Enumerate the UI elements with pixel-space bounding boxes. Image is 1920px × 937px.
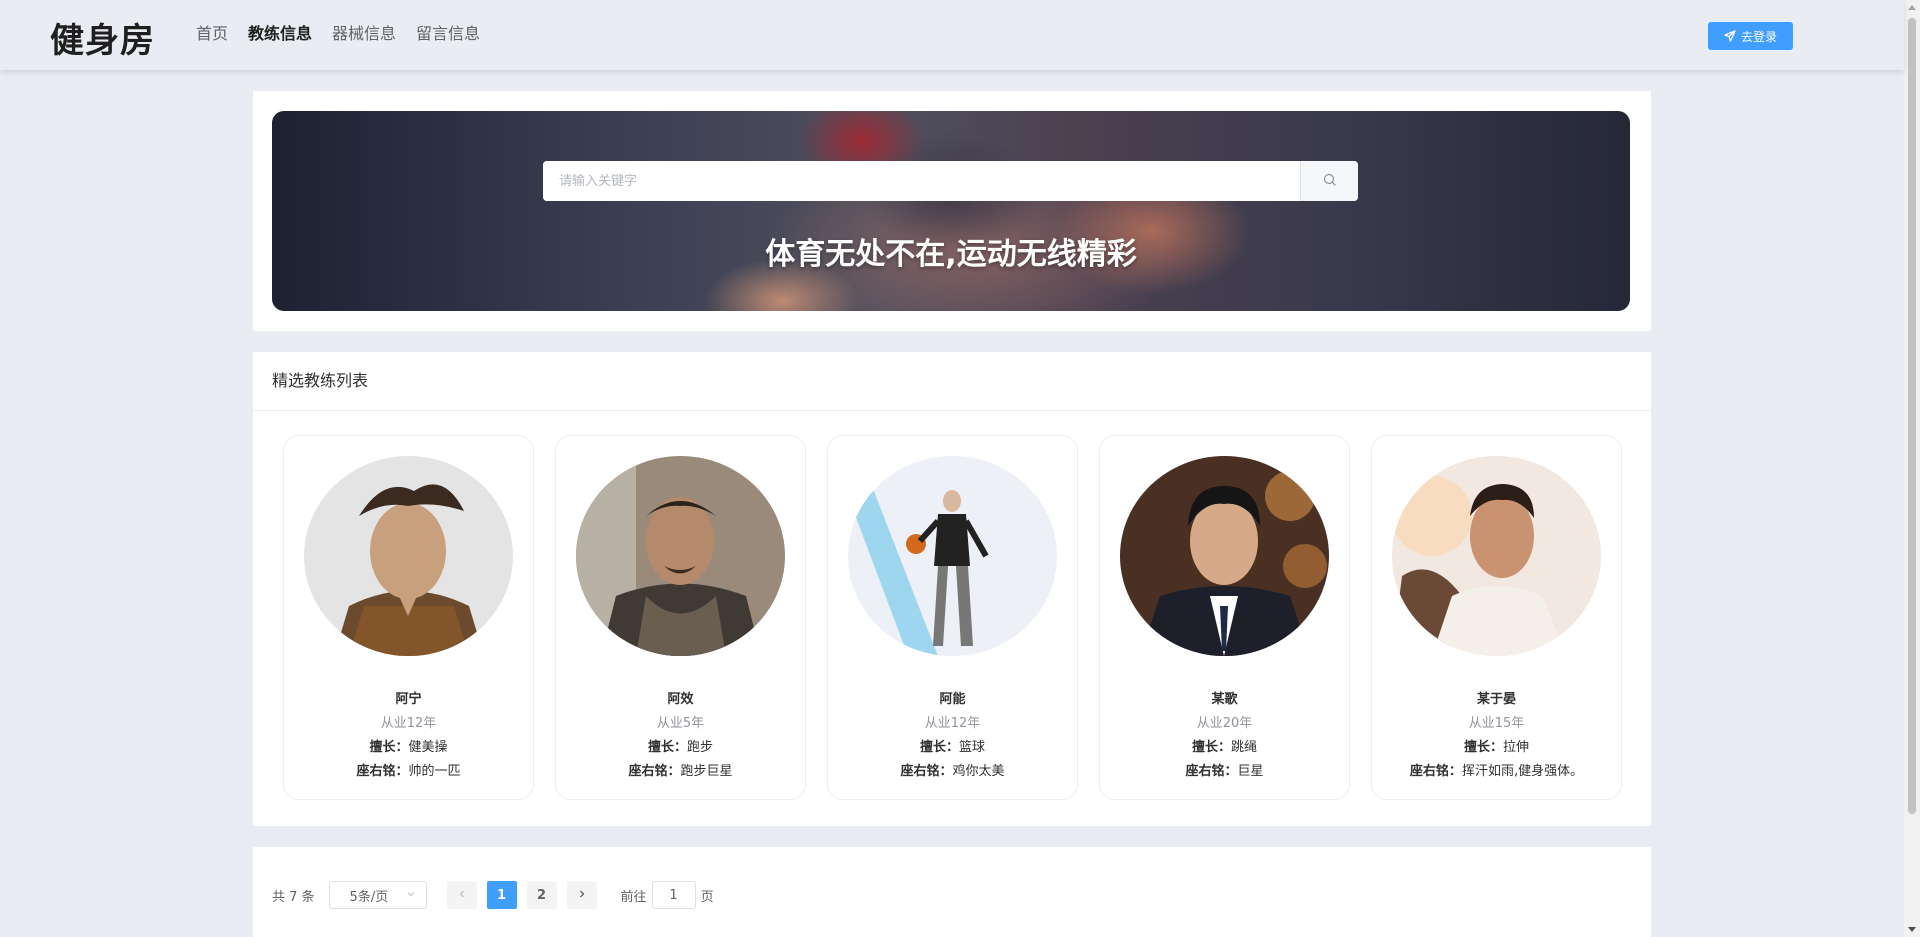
coach-list-panel: 精选教练列表 阿宁 从业12年 擅长：健美操 座右铭：帅的一匹 阿效 从业5年 … <box>253 352 1651 826</box>
goto-prefix: 前往 <box>620 889 647 905</box>
search-bar <box>543 161 1358 201</box>
chevron-down-icon <box>406 888 416 903</box>
login-label: 去登录 <box>1740 29 1777 44</box>
coach-motto-row: 座右铭：帅的一匹 <box>284 760 533 779</box>
page-size-value: 5条/页 <box>349 889 389 905</box>
coach-name: 阿能 <box>939 692 966 707</box>
pagination: 共 7 条 5条/页 1 2 前往 页 <box>272 881 714 909</box>
coach-card[interactable]: 阿宁 从业12年 擅长：健美操 座右铭：帅的一匹 <box>283 435 534 800</box>
coach-name: 阿宁 <box>395 692 422 707</box>
section-title: 精选教练列表 <box>253 352 1651 411</box>
skill-label: 擅长： <box>1191 740 1231 755</box>
coach-avatar <box>304 456 513 656</box>
coach-years: 从业12年 <box>924 716 981 731</box>
coach-card[interactable]: 某歌 从业20年 擅长：跳绳 座右铭：巨星 <box>1099 435 1350 800</box>
coach-years: 从业12年 <box>380 716 437 731</box>
goto-page-input[interactable] <box>651 881 696 909</box>
search-button[interactable] <box>1300 161 1358 201</box>
coach-motto: 帅的一匹 <box>408 764 461 779</box>
prev-page-button[interactable] <box>446 881 477 909</box>
coach-skill: 拉伸 <box>1503 740 1530 755</box>
skill-label: 擅长： <box>647 740 687 755</box>
motto-label: 座右铭： <box>1409 764 1462 779</box>
chevron-left-icon <box>457 888 467 903</box>
coach-skill: 跳绳 <box>1231 740 1258 755</box>
scroll-down-arrow-icon[interactable] <box>1908 927 1916 932</box>
goto-suffix: 页 <box>700 889 714 905</box>
nav-item-messages[interactable]: 留言信息 <box>416 22 480 46</box>
nav-item-home[interactable]: 首页 <box>196 22 228 46</box>
total-count: 共 7 条 <box>272 889 315 905</box>
page-size-select[interactable]: 5条/页 <box>328 881 427 909</box>
coach-cards: 阿宁 从业12年 擅长：健美操 座右铭：帅的一匹 阿效 从业5年 擅长：跑步 座… <box>283 435 1622 800</box>
chevron-right-icon <box>577 888 587 903</box>
coach-name: 某于晏 <box>1476 692 1516 707</box>
skill-label: 擅长： <box>919 740 959 755</box>
coach-skill: 篮球 <box>959 740 986 755</box>
site-logo[interactable]: 健身房 <box>50 13 155 62</box>
coach-name: 某歌 <box>1211 692 1238 707</box>
motto-label: 座右铭： <box>356 764 409 779</box>
coach-motto-row: 座右铭：挥汗如雨,健身强体。 <box>1372 760 1621 779</box>
scroll-up-arrow-icon[interactable] <box>1908 5 1916 10</box>
coach-skill-row: 擅长：跳绳 <box>1100 736 1349 755</box>
nav-item-equipment[interactable]: 器械信息 <box>332 22 396 46</box>
coach-avatar <box>848 456 1057 656</box>
coach-skill-row: 擅长：跑步 <box>556 736 805 755</box>
nav-item-coaches[interactable]: 教练信息 <box>248 22 312 46</box>
coach-motto: 鸡你太美 <box>952 764 1005 779</box>
login-button[interactable]: 去登录 <box>1708 22 1793 50</box>
coach-avatar <box>1392 456 1601 656</box>
coach-skill: 跑步 <box>687 740 714 755</box>
coach-card[interactable]: 某于晏 从业15年 擅长：拉伸 座右铭：挥汗如雨,健身强体。 <box>1371 435 1622 800</box>
coach-motto-row: 座右铭：巨星 <box>1100 760 1349 779</box>
coach-card[interactable]: 阿能 从业12年 擅长：篮球 座右铭：鸡你太美 <box>827 435 1078 800</box>
coach-motto-row: 座右铭：鸡你太美 <box>828 760 1077 779</box>
top-header: 健身房 首页 教练信息 器械信息 留言信息 去登录 <box>0 0 1904 70</box>
search-icon <box>1323 172 1337 191</box>
motto-label: 座右铭： <box>900 764 953 779</box>
skill-label: 擅长： <box>369 740 409 755</box>
coach-avatar <box>1120 456 1329 656</box>
pagination-panel: 共 7 条 5条/页 1 2 前往 页 <box>253 847 1651 937</box>
coach-motto: 挥汗如雨,健身强体。 <box>1461 764 1584 779</box>
coach-motto: 跑步巨星 <box>680 764 733 779</box>
coach-years: 从业15年 <box>1468 716 1525 731</box>
page-button-2[interactable]: 2 <box>526 881 557 909</box>
coach-years: 从业5年 <box>656 716 705 731</box>
motto-label: 座右铭： <box>628 764 681 779</box>
page-scrollbar[interactable] <box>1904 0 1920 937</box>
coach-skill-row: 擅长：拉伸 <box>1372 736 1621 755</box>
next-page-button[interactable] <box>566 881 597 909</box>
search-input[interactable] <box>543 161 1300 201</box>
main-nav: 首页 教练信息 器械信息 留言信息 <box>196 22 500 46</box>
coach-card[interactable]: 阿效 从业5年 擅长：跑步 座右铭：跑步巨星 <box>555 435 806 800</box>
page-button-1[interactable]: 1 <box>486 881 517 909</box>
send-icon <box>1724 30 1736 42</box>
coach-skill: 健美操 <box>408 740 448 755</box>
banner-panel: 体育无处不在,运动无线精彩 <box>253 91 1651 331</box>
banner-image: 体育无处不在,运动无线精彩 <box>272 111 1630 311</box>
scroll-thumb[interactable] <box>1908 18 1916 814</box>
motto-label: 座右铭： <box>1185 764 1238 779</box>
coach-skill-row: 擅长：健美操 <box>284 736 533 755</box>
coach-avatar <box>576 456 785 656</box>
coach-name: 阿效 <box>667 692 694 707</box>
coach-skill-row: 擅长：篮球 <box>828 736 1077 755</box>
banner-slogan: 体育无处不在,运动无线精彩 <box>765 237 1137 272</box>
coach-motto: 巨星 <box>1237 764 1264 779</box>
coach-motto-row: 座右铭：跑步巨星 <box>556 760 805 779</box>
page-jumper: 前往 页 <box>621 881 714 909</box>
skill-label: 擅长： <box>1463 740 1503 755</box>
coach-years: 从业20年 <box>1196 716 1253 731</box>
